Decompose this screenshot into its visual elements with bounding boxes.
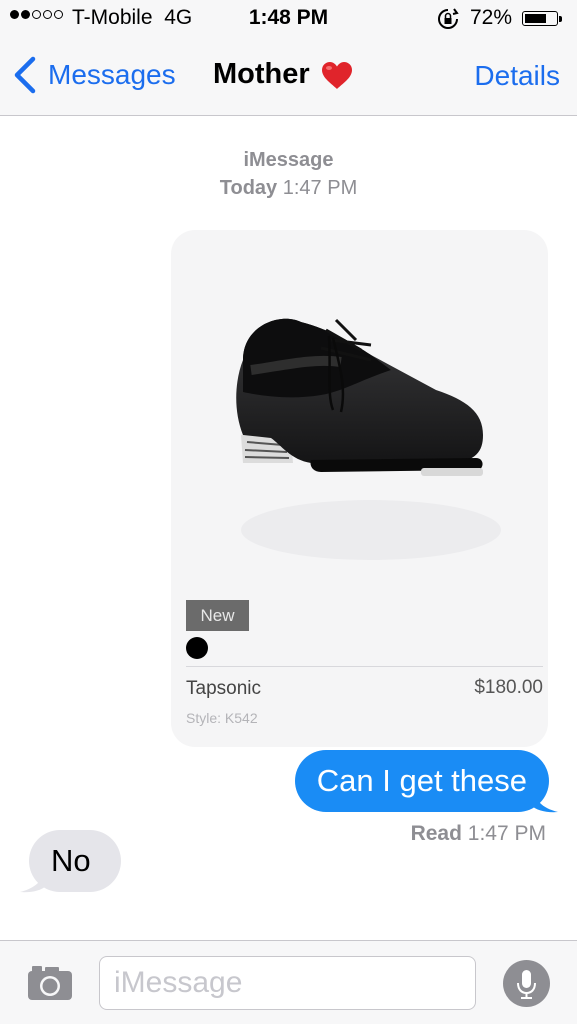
read-time: 1:47 PM bbox=[467, 822, 546, 845]
read-receipt: Read 1:47 PM bbox=[411, 822, 546, 846]
conversation-title[interactable]: Mother bbox=[213, 58, 354, 91]
product-name: Tapsonic bbox=[186, 678, 261, 699]
shoe-image bbox=[236, 318, 501, 560]
conversation-timestamp: Today 1:47 PM bbox=[0, 177, 577, 200]
product-style: Style: K542 bbox=[186, 710, 258, 726]
contact-name: Mother bbox=[213, 58, 310, 90]
new-badge: New bbox=[186, 600, 249, 631]
card-divider bbox=[186, 666, 543, 667]
camera-icon[interactable] bbox=[27, 965, 73, 1001]
color-swatch bbox=[186, 637, 208, 659]
message-input-bar bbox=[0, 940, 577, 1024]
product-price: $180.00 bbox=[474, 677, 543, 698]
rotation-lock-icon bbox=[437, 8, 459, 35]
back-button-label: Messages bbox=[48, 59, 176, 90]
read-status: Read bbox=[410, 822, 462, 845]
back-button[interactable]: Messages bbox=[12, 56, 176, 94]
battery-icon bbox=[522, 11, 562, 26]
message-input[interactable] bbox=[99, 956, 476, 1010]
microphone-button[interactable] bbox=[503, 960, 550, 1007]
navigation-bar: Messages Mother Details bbox=[0, 36, 577, 116]
details-button[interactable]: Details bbox=[474, 60, 560, 92]
chevron-left-icon bbox=[14, 56, 36, 94]
incoming-message-bubble[interactable]: No bbox=[29, 830, 121, 892]
service-label: iMessage bbox=[243, 149, 334, 171]
heart-emoji-icon bbox=[321, 61, 352, 89]
status-bar: T-Mobile 4G 1:48 PM 72% bbox=[0, 0, 577, 36]
product-card-message[interactable]: New Tapsonic $180.00 Style: K542 bbox=[171, 230, 548, 747]
timestamp-time: 1:47 PM bbox=[282, 177, 358, 199]
timestamp-day: Today bbox=[219, 177, 278, 199]
outgoing-message-bubble[interactable]: Can I get these bbox=[294, 750, 549, 812]
microphone-icon bbox=[517, 970, 536, 999]
battery-percent: 72% bbox=[470, 6, 513, 29]
